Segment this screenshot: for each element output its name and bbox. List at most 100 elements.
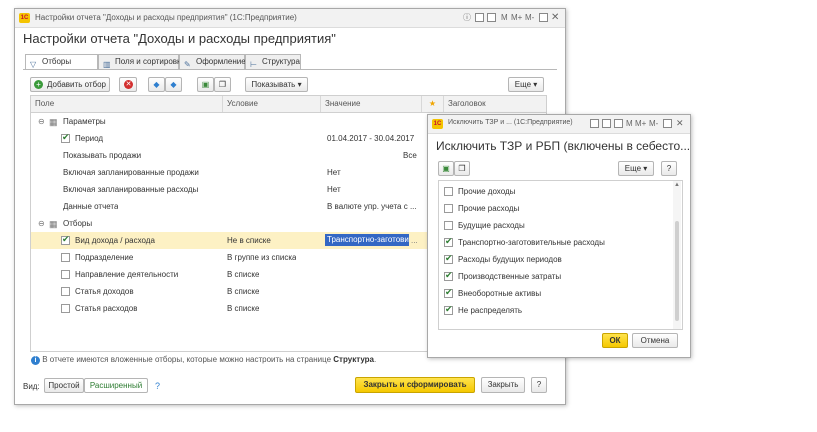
dialog-help-button[interactable]: ? — [661, 161, 677, 176]
copy-button[interactable]: ❐ — [214, 77, 231, 92]
item-checkbox[interactable] — [444, 221, 453, 230]
help-button[interactable]: ? — [531, 377, 547, 393]
titlebar-mminus-button[interactable]: M- — [525, 12, 534, 23]
list-item[interactable]: Производственные затраты — [439, 268, 682, 285]
titlebar-close-icon[interactable]: ✕ — [676, 118, 684, 129]
row-value-editing[interactable]: Транспортно-заготови — [325, 234, 409, 246]
item-checkbox[interactable] — [444, 304, 453, 315]
titlebar-grid-icon[interactable] — [614, 119, 623, 128]
delete-icon: ✕ — [124, 80, 133, 89]
dialog-cancel-button[interactable]: Отмена — [632, 333, 678, 348]
row-field: Направление деятельности — [75, 270, 179, 279]
show-dropdown[interactable]: Показывать ▾ — [245, 77, 308, 92]
titlebar-m-button[interactable]: M — [626, 118, 633, 129]
row-field: Подразделение — [75, 253, 134, 262]
row-checkbox[interactable] — [61, 234, 70, 245]
row-field: Вид дохода / расхода — [75, 236, 155, 245]
list-item[interactable]: Прочие расходы — [439, 200, 682, 217]
row-value[interactable]: 01.04.2017 - 30.04.2017 — [327, 130, 414, 147]
titlebar-table-icon[interactable] — [590, 119, 599, 128]
column-star[interactable]: ★ — [422, 96, 444, 112]
item-checkbox[interactable] — [444, 253, 453, 264]
column-field[interactable]: Поле — [31, 96, 223, 112]
titlebar-calendar-icon[interactable] — [487, 13, 496, 22]
dialog-more-label: Еще — [624, 164, 642, 173]
tab-structure[interactable]: ⊢ Структура — [245, 54, 301, 69]
titlebar-info-icon[interactable]: ⓘ — [463, 12, 471, 23]
titlebar-mplus-button[interactable]: M+ — [635, 118, 646, 129]
tab-fields[interactable]: ▥ Поля и сортировки — [98, 54, 185, 69]
list-item[interactable]: Прочие доходы — [439, 183, 682, 200]
titlebar-restore-icon[interactable] — [663, 119, 672, 128]
item-checkbox[interactable] — [444, 204, 453, 213]
row-condition[interactable]: В списке — [227, 266, 259, 283]
row-condition[interactable]: В списке — [227, 300, 259, 317]
list-item[interactable]: Транспортно-заготовительные расходы — [439, 234, 682, 251]
view-help-link[interactable]: ? — [155, 381, 160, 391]
row-value[interactable]: В валюте упр. учета с ... — [327, 198, 422, 215]
tab-format[interactable]: ✎ Оформление — [179, 54, 246, 69]
item-checkbox[interactable] — [444, 236, 453, 247]
group-label-filters: Отборы — [63, 219, 93, 228]
item-checkbox[interactable] — [444, 187, 453, 196]
main-titlebar: 1С Настройки отчета "Доходы и расходы пр… — [15, 9, 565, 28]
scroll-up-icon[interactable]: ▲ — [674, 182, 680, 188]
tab-filters[interactable]: ▽ Отборы — [25, 54, 98, 70]
info-link-structure[interactable]: Структура — [333, 355, 374, 364]
list-item[interactable]: Будущие расходы — [439, 217, 682, 234]
dialog-copy-button[interactable]: ❐ — [454, 161, 470, 176]
row-checkbox[interactable] — [61, 304, 70, 313]
titlebar-restore-icon[interactable] — [539, 13, 548, 22]
item-label: Не распределять — [458, 306, 523, 315]
row-condition[interactable]: В списке — [227, 283, 259, 300]
view-simple-button[interactable]: Простой — [44, 378, 84, 393]
row-value-more-button[interactable]: ... — [411, 232, 418, 249]
list-scrollbar[interactable]: ▲ — [673, 181, 681, 329]
tab-filters-label: Отборы — [42, 57, 72, 66]
close-button[interactable]: Закрыть — [481, 377, 525, 393]
more-button[interactable]: Еще ▾ — [508, 77, 544, 92]
dialog-ok-button[interactable]: ОК — [602, 333, 628, 348]
row-value[interactable]: Все — [403, 147, 417, 164]
collapse-icon[interactable]: ⊖ — [38, 220, 45, 228]
delete-button[interactable]: ✕ — [119, 77, 137, 92]
row-checkbox[interactable] — [61, 287, 70, 296]
list-item[interactable]: Расходы будущих периодов — [439, 251, 682, 268]
row-value[interactable]: Нет — [327, 164, 341, 181]
dialog-window-title: Исключить ТЗР и ... (1С:Предприятие) — [448, 119, 573, 126]
titlebar-close-icon[interactable]: ✕ — [551, 12, 559, 23]
row-checkbox[interactable] — [61, 253, 70, 262]
row-condition[interactable]: Не в списке — [227, 232, 271, 249]
list-item[interactable]: Внеоборотные активы — [439, 285, 682, 302]
move-up-button[interactable]: ◆ — [148, 77, 165, 92]
move-down-button[interactable]: ◆ — [165, 77, 182, 92]
item-label: Внеоборотные активы — [458, 289, 542, 298]
titlebar-m-button[interactable]: M — [501, 12, 508, 23]
titlebar-calendar-icon[interactable] — [602, 119, 611, 128]
column-value[interactable]: Значение — [321, 96, 422, 112]
row-condition[interactable]: В группе из списка — [227, 249, 296, 266]
titlebar-table-icon[interactable] — [475, 13, 484, 22]
titlebar-mminus-button[interactable]: M- — [649, 118, 658, 129]
collapse-icon[interactable]: ⊖ — [38, 118, 45, 126]
column-header[interactable]: Заголовок — [444, 96, 546, 112]
row-checkbox[interactable] — [61, 132, 70, 143]
dialog-group-button[interactable]: ▣ — [438, 161, 454, 176]
list-item[interactable]: Не распределять — [439, 302, 682, 319]
grid-header: Поле Условие Значение ★ Заголовок — [31, 96, 546, 113]
column-condition[interactable]: Условие — [223, 96, 321, 112]
add-filter-button[interactable]: + Добавить отбор — [30, 77, 110, 92]
group-button[interactable]: ▣ — [197, 77, 214, 92]
row-field: Статья расходов — [75, 304, 138, 313]
row-checkbox[interactable] — [61, 270, 70, 279]
scroll-thumb[interactable] — [675, 221, 679, 321]
dialog-more-button[interactable]: Еще ▾ — [618, 161, 654, 176]
titlebar-mplus-button[interactable]: M+ — [511, 12, 522, 23]
row-value[interactable]: Нет — [327, 181, 341, 198]
close-and-build-button[interactable]: Закрыть и сформировать — [355, 377, 475, 393]
tab-divider — [23, 69, 557, 70]
item-checkbox[interactable] — [444, 287, 453, 298]
view-extended-button[interactable]: Расширенный — [84, 378, 148, 393]
item-checkbox[interactable] — [444, 270, 453, 281]
app-logo-icon: 1С — [432, 119, 443, 129]
